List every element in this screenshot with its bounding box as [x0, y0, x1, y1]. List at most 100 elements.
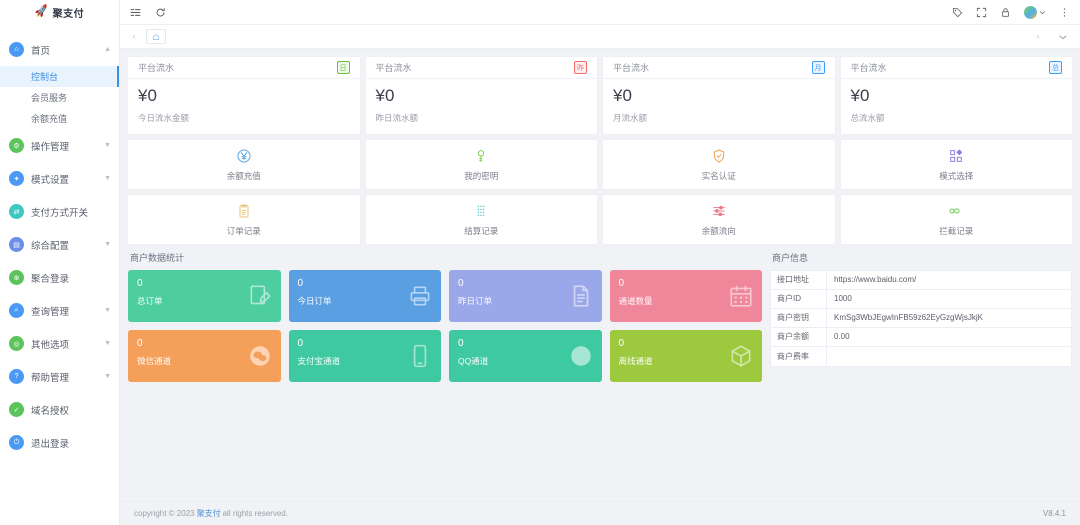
- chevron-down-icon[interactable]: ▼: [104, 340, 111, 347]
- shortcut-0[interactable]: 余额充值: [128, 140, 360, 189]
- infinity-icon: [948, 202, 964, 221]
- tab-bar: ‹ ›: [120, 25, 1080, 49]
- note-edit-icon: [247, 283, 273, 309]
- data-tile-0[interactable]: 0总订单: [128, 270, 281, 322]
- sidebar-item-1[interactable]: ⚙操作管理▼: [0, 129, 119, 162]
- stat-card-body: ¥0今日流水金额: [128, 79, 360, 134]
- merchant-info-row: 商户密钥KmSg3WbJEgwInFB59z62EyGzgWjsJkjK: [771, 309, 1071, 328]
- data-tiles: 0总订单0今日订单0昨日订单0通道数量 0微信通道0支付宝通道0QQ通道0离线通道: [128, 270, 762, 382]
- stat-card-value: ¥0: [851, 87, 1063, 105]
- sidebar-item-6[interactable]: ⌕查询管理▼: [0, 294, 119, 327]
- logo-text: 聚支付: [53, 5, 85, 20]
- shortcut-3[interactable]: 模式选择: [841, 140, 1073, 189]
- refresh-icon[interactable]: [155, 7, 166, 18]
- tab-home[interactable]: [146, 29, 166, 44]
- stat-card-title: 平台流水: [376, 61, 412, 74]
- shortcut-4[interactable]: 订单记录: [128, 195, 360, 244]
- stat-card-title: 平台流水: [138, 61, 174, 74]
- shortcut-1[interactable]: 我的密明: [366, 140, 598, 189]
- cube-icon: [728, 343, 754, 369]
- list-menu-icon[interactable]: [130, 7, 141, 18]
- sidebar-item-label: 帮助管理: [31, 370, 69, 384]
- bottom-section: 商户数据统计 0总订单0今日订单0昨日订单0通道数量0微信通道0支付宝通道0QQ…: [128, 251, 1072, 382]
- sidebar-item-label: 域名授权: [31, 403, 69, 417]
- stat-card-body: ¥0 总流水额: [841, 79, 1073, 134]
- stat-card-subtitle: 月流水额: [613, 112, 825, 124]
- sidebar-item-5[interactable]: ⊕ 聚合登录: [0, 261, 119, 294]
- data-tile-1[interactable]: 0今日订单: [289, 270, 442, 322]
- fullscreen-icon[interactable]: [976, 7, 987, 18]
- sidebar-item-icon: ◎: [9, 336, 24, 351]
- qq-penguin-icon: [568, 343, 594, 369]
- tab-next-button[interactable]: ›: [1030, 32, 1046, 41]
- chevron-down-icon: [1039, 9, 1046, 16]
- sidebar-item-label: 支付方式开关: [31, 205, 88, 219]
- stat-card-subtitle: 总流水额: [851, 112, 1063, 124]
- data-tile-4[interactable]: 0微信通道: [128, 330, 281, 382]
- stat-card-title: 平台流水: [851, 61, 887, 74]
- merchant-info-panel: 商户信息 接口地址https://www.baidu.com/商户ID1000商…: [770, 251, 1072, 382]
- sidebar-item-2[interactable]: ✦模式设置▼: [0, 162, 119, 195]
- chevron-down-icon[interactable]: ▼: [104, 373, 111, 380]
- footer-brand-link[interactable]: 聚支付: [197, 508, 221, 519]
- tabbar-actions: ›: [1030, 32, 1074, 42]
- shortcut-label: 余额充值: [227, 170, 261, 182]
- mobile-icon: [407, 343, 433, 369]
- sidebar-item-label: 聚合登录: [31, 271, 69, 285]
- data-tile-2[interactable]: 0昨日订单: [449, 270, 602, 322]
- chevron-down-icon[interactable]: ▼: [104, 241, 111, 248]
- sidebar-subitem-0-0[interactable]: 控制台: [0, 66, 119, 87]
- chevron-down-icon[interactable]: ▼: [104, 307, 111, 314]
- sidebar-item-4[interactable]: ▤综合配置▼: [0, 228, 119, 261]
- shortcut-5[interactable]: 结算记录: [366, 195, 598, 244]
- shortcut-2[interactable]: 实名认证: [603, 140, 835, 189]
- clipboard-icon: [236, 202, 252, 221]
- merchant-info-key: 接口地址: [771, 271, 827, 289]
- shortcut-6[interactable]: 余额流向: [603, 195, 835, 244]
- data-tile-7[interactable]: 0离线通道: [610, 330, 763, 382]
- sidebar-item-9[interactable]: ✓域名授权: [0, 393, 119, 426]
- data-tile-3[interactable]: 0通道数量: [610, 270, 763, 322]
- status-badge: 总: [1049, 61, 1062, 74]
- sidebar-item-icon: ✦: [9, 171, 24, 186]
- merchant-info-value: 0.00: [827, 328, 1071, 346]
- sidebar-item-0[interactable]: ⌂首页▲: [0, 33, 119, 66]
- sidebar-item-10[interactable]: ⏻退出登录: [0, 426, 119, 459]
- tab-prev-button[interactable]: ‹: [126, 32, 142, 41]
- lock-icon[interactable]: [1000, 7, 1011, 18]
- sidebar-subitem-0-2[interactable]: 余额充值: [0, 108, 119, 129]
- sidebar-item-icon: ?: [9, 369, 24, 384]
- sidebar-item-7[interactable]: ◎其他选项▼: [0, 327, 119, 360]
- topbar-actions: [952, 6, 1070, 19]
- stat-card-subtitle: 今日流水金额: [138, 112, 350, 124]
- tab-dropdown-icon[interactable]: [1058, 32, 1068, 42]
- data-tile-5[interactable]: 0支付宝通道: [289, 330, 442, 382]
- sidebar-subitem-0-1[interactable]: 会员服务: [0, 87, 119, 108]
- merchant-info-key: 商户ID: [771, 290, 827, 308]
- shortcut-7[interactable]: 拦截记录: [841, 195, 1073, 244]
- chevron-up-icon[interactable]: ▲: [104, 46, 111, 53]
- sidebar: 🚀 聚支付 ⌂首页▲控制台会员服务余额充值⚙操作管理▼✦模式设置▼⇄支付方式开关…: [0, 0, 120, 525]
- data-tile-6[interactable]: 0QQ通道: [449, 330, 602, 382]
- more-vertical-icon[interactable]: [1059, 7, 1070, 18]
- avatar-menu[interactable]: [1024, 6, 1046, 19]
- chevron-down-icon[interactable]: ▼: [104, 142, 111, 149]
- shortcut-label: 余额流向: [702, 225, 736, 237]
- stat-card-header: 平台流水 总: [841, 57, 1073, 79]
- app-logo[interactable]: 🚀 聚支付: [0, 0, 119, 25]
- sidebar-item-icon: ⊕: [9, 270, 24, 285]
- tag-icon[interactable]: [952, 7, 963, 18]
- yen-circle-icon: [236, 147, 252, 166]
- merchant-info-table: 接口地址https://www.baidu.com/商户ID1000商户密钥Km…: [770, 270, 1072, 367]
- merchant-info-title: 商户信息: [770, 251, 1072, 264]
- merchant-info-key: 商户费率: [771, 347, 827, 366]
- sidebar-item-3[interactable]: ⇄支付方式开关: [0, 195, 119, 228]
- merchant-info-value: [827, 347, 1071, 366]
- stat-card-3: 平台流水 总 ¥0 总流水额: [841, 57, 1073, 134]
- footer: copyright © 2023 聚支付 all rights reserved…: [120, 501, 1080, 525]
- stat-card-header: 平台流水月: [603, 57, 835, 79]
- sidebar-item-label: 查询管理: [31, 304, 69, 318]
- printer-icon: [407, 283, 433, 309]
- sidebar-item-8[interactable]: ? 帮助管理 ▼: [0, 360, 119, 393]
- chevron-down-icon[interactable]: ▼: [104, 175, 111, 182]
